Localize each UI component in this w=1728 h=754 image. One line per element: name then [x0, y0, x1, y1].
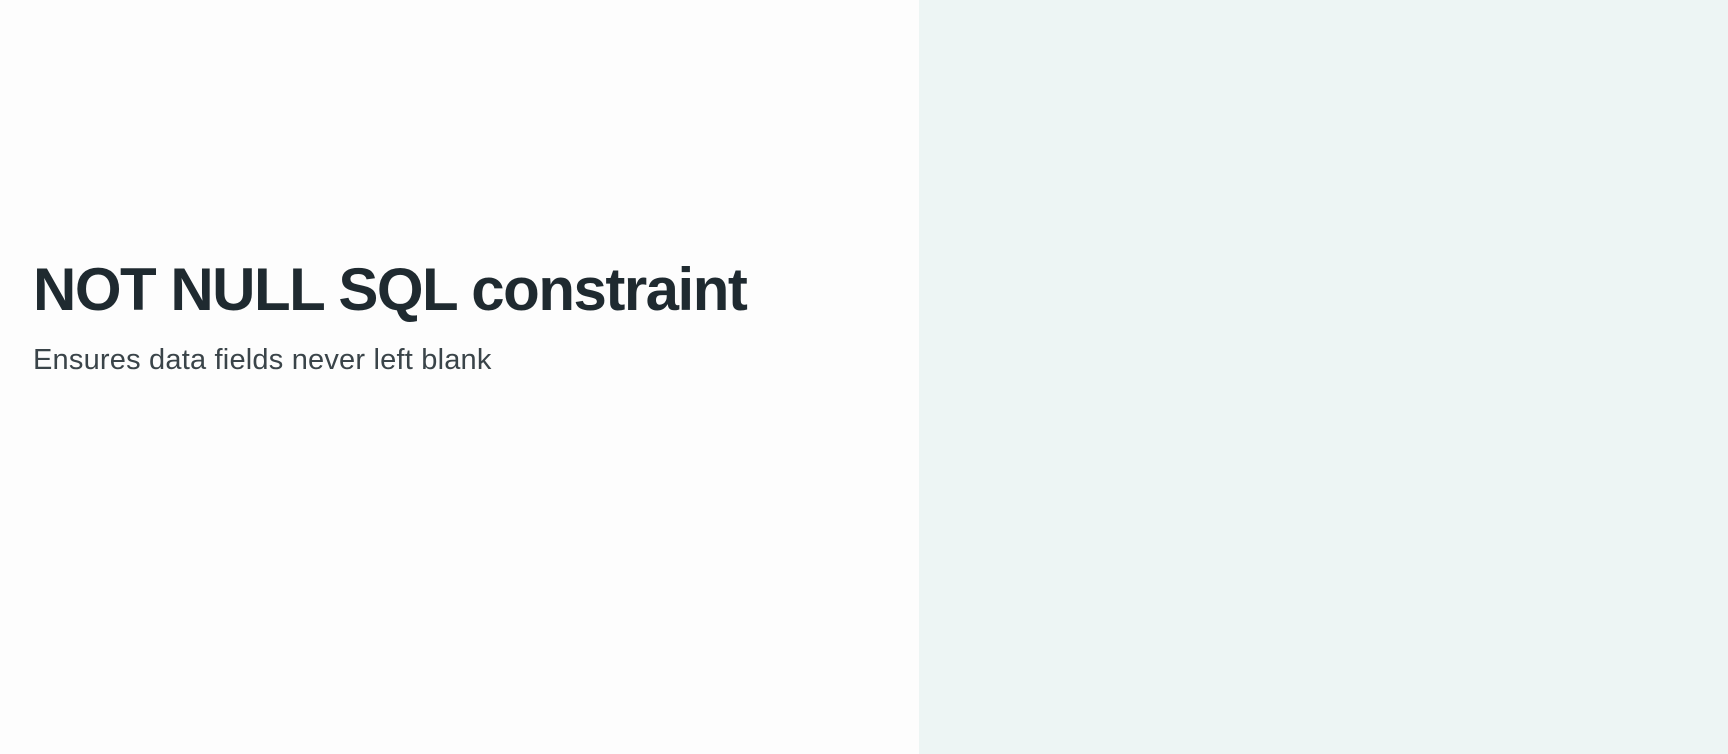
slide-text-panel: NOT NULL SQL constraint Ensures data fie…	[0, 0, 919, 754]
slide-media-panel	[919, 0, 1728, 754]
slide-title: NOT NULL SQL constraint	[33, 256, 748, 323]
slide-subtitle: Ensures data fields never left blank	[33, 344, 492, 376]
slide: NOT NULL SQL constraint Ensures data fie…	[0, 0, 1728, 754]
